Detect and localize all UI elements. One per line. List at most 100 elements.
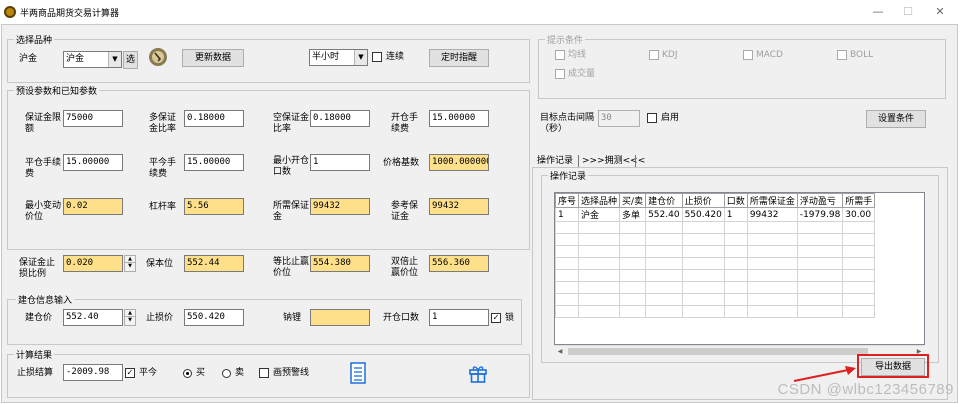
- buy-radio[interactable]: [183, 369, 192, 378]
- warn-line-checkbox[interactable]: [259, 368, 269, 378]
- scrollbar-thumb[interactable]: [568, 348, 868, 355]
- table-column-header[interactable]: 所需保证金: [746, 193, 798, 208]
- volume-checkbox[interactable]: [555, 69, 565, 79]
- table-cell: [578, 281, 621, 294]
- table-cell: [842, 269, 876, 282]
- macd-checkbox[interactable]: [743, 50, 753, 60]
- close-today-checkbox[interactable]: ✓: [125, 368, 135, 378]
- result-group-title: 计算结果: [14, 348, 55, 361]
- operation-log-group-title: 操作记录: [548, 169, 589, 182]
- operation-log-table[interactable]: 序号 选择品种 买/卖 建仓价 止损价 口数 所需保证金 浮动盈亏 所需手 1 沪金 多单 552.4…: [554, 192, 925, 345]
- price-base-input[interactable]: 1000.000000: [429, 154, 489, 171]
- table-cell: [619, 269, 647, 282]
- table-column-header[interactable]: 浮动盈亏: [796, 193, 844, 208]
- table-row[interactable]: 1 沪金 多单 552.40 550.420 1 99432 -1979.98 30.00: [555, 207, 876, 222]
- timed-alert-button[interactable]: 定时指醒: [429, 49, 489, 67]
- margin-stop-stepper[interactable]: ▲ ▼: [124, 255, 136, 272]
- margin-stop-input[interactable]: 0.020: [63, 255, 123, 272]
- enable-checkbox[interactable]: [647, 113, 657, 123]
- close-today-fee-input[interactable]: 15.00000: [184, 154, 244, 171]
- lock-checkbox[interactable]: ✓: [491, 313, 501, 323]
- gift-icon[interactable]: [468, 363, 488, 383]
- open-price-stepper[interactable]: ▲ ▼: [124, 309, 136, 326]
- table-cell: [681, 269, 725, 282]
- continuous-checkbox[interactable]: [372, 52, 382, 62]
- pick-product-button[interactable]: 选: [123, 51, 138, 69]
- min-lots-input[interactable]: 1: [310, 154, 370, 171]
- breakeven-input[interactable]: 552.44: [184, 255, 244, 272]
- leverage-input[interactable]: 5.56: [184, 198, 244, 215]
- table-column-header[interactable]: 选择品种: [578, 193, 621, 208]
- table-row[interactable]: [555, 221, 876, 234]
- target-interval-input[interactable]: 30: [598, 110, 640, 127]
- short-margin-label: 空保证金比率: [273, 113, 310, 134]
- table-cell: [681, 281, 725, 294]
- tab-operation-log[interactable]: 操作记录: [537, 156, 573, 167]
- stop-result-label: 止损结算: [17, 368, 54, 378]
- lots-label: 开仓口数: [383, 313, 420, 323]
- table-row[interactable]: [555, 233, 876, 246]
- table-row[interactable]: [555, 293, 876, 306]
- table-column-header[interactable]: 序号: [555, 193, 580, 208]
- arrow-down-icon[interactable]: ▼: [125, 263, 135, 270]
- table-cell: [723, 269, 748, 282]
- table-column-header[interactable]: 建仓价: [645, 193, 683, 208]
- ratio-stop-input[interactable]: 554.380: [310, 255, 370, 272]
- table-cell: [555, 305, 580, 318]
- table-row[interactable]: [555, 305, 876, 318]
- close-today-label: 平今: [139, 368, 158, 378]
- set-conditions-button[interactable]: 设置条件: [866, 110, 926, 128]
- arrow-up-icon[interactable]: ▲: [125, 310, 135, 317]
- table-row[interactable]: [555, 257, 876, 270]
- enable-label: 启用: [661, 113, 680, 123]
- table-column-header[interactable]: 买/卖: [619, 193, 647, 208]
- close-fee-input[interactable]: 15.00000: [63, 154, 123, 171]
- long-margin-input[interactable]: 0.18000: [184, 110, 244, 127]
- document-icon[interactable]: [349, 362, 367, 384]
- required-margin-input[interactable]: 99432: [310, 198, 370, 215]
- minimize-icon[interactable]: —: [868, 4, 888, 20]
- table-cell: [578, 245, 621, 258]
- table-cell: [746, 293, 798, 306]
- stop-price-input[interactable]: 550.420: [184, 309, 244, 326]
- table-cell: [578, 293, 621, 306]
- ma-checkbox[interactable]: [555, 50, 565, 60]
- table-row[interactable]: [555, 245, 876, 258]
- stop-result-output[interactable]: -2009.98: [63, 364, 123, 381]
- hint-group-title: 提示条件: [545, 33, 586, 46]
- arrow-down-icon[interactable]: ▼: [125, 317, 135, 324]
- table-cell: [619, 245, 647, 258]
- table-cell: 30.00: [842, 207, 876, 222]
- double-stop-input[interactable]: 556.360: [429, 255, 489, 272]
- min-tick-input[interactable]: 0.02: [63, 198, 123, 215]
- anchor-input[interactable]: [310, 309, 370, 326]
- sell-radio[interactable]: [222, 369, 231, 378]
- table-column-header[interactable]: 所需手: [842, 193, 876, 208]
- short-margin-input[interactable]: 0.18000: [310, 110, 370, 127]
- table-column-header[interactable]: 口数: [723, 193, 748, 208]
- scroll-left-icon[interactable]: ◀: [554, 346, 566, 357]
- boll-checkbox[interactable]: [837, 50, 847, 60]
- margin-limit-input[interactable]: 75000: [63, 110, 123, 127]
- product-select[interactable]: 沪金 ▼: [63, 51, 122, 68]
- table-row[interactable]: [555, 281, 876, 294]
- arrow-up-icon[interactable]: ▲: [125, 256, 135, 263]
- table-cell: [555, 221, 580, 234]
- maximize-icon[interactable]: ☐: [898, 4, 918, 20]
- table-cell: [796, 293, 844, 306]
- table-cell: [645, 221, 683, 234]
- close-icon[interactable]: ✕: [930, 4, 950, 20]
- lots-input[interactable]: 1: [429, 309, 489, 326]
- table-cell: [619, 293, 647, 306]
- interval-select[interactable]: 半小时 ▼: [309, 49, 368, 66]
- table-cell: [796, 269, 844, 282]
- open-price-input[interactable]: 552.40: [63, 309, 123, 326]
- ref-margin-input[interactable]: 99432: [429, 198, 489, 215]
- table-row[interactable]: [555, 269, 876, 282]
- update-data-button[interactable]: 更新数据: [182, 49, 244, 67]
- kdj-checkbox[interactable]: [649, 50, 659, 60]
- table-cell: 多单: [619, 207, 647, 222]
- hint-group: 提示条件: [538, 33, 946, 99]
- table-column-header[interactable]: 止损价: [681, 193, 725, 208]
- open-fee-input[interactable]: 15.00000: [429, 110, 489, 127]
